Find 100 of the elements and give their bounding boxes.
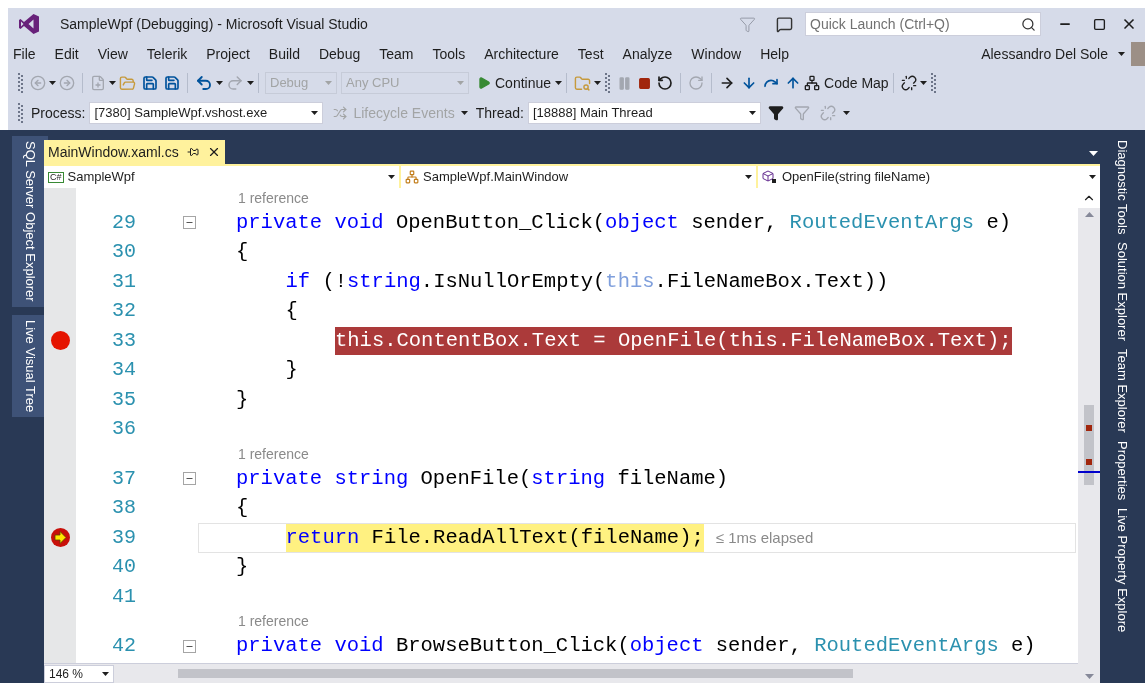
reference-count[interactable]: 1 reference [238, 443, 309, 465]
caret-icon [388, 175, 395, 179]
collapse-icon[interactable] [183, 472, 196, 486]
account-menu[interactable]: Alessandro Del Sole [981, 43, 1125, 65]
menu-item[interactable]: Telerik [141, 43, 193, 65]
line-number: 39 [111, 527, 136, 548]
code-line: } [236, 386, 249, 413]
caret-icon [1118, 52, 1125, 56]
window-title: SampleWpf (Debugging) - Microsoft Visual Studio [60, 14, 368, 34]
close-icon [1121, 16, 1137, 32]
tab-list-icon[interactable] [1089, 151, 1098, 156]
scroll-down-icon[interactable] [1084, 674, 1094, 679]
line-number: 41 [111, 586, 136, 607]
caret-icon [49, 81, 56, 85]
new-file-icon [90, 75, 106, 91]
line-number: 42 [111, 636, 136, 657]
menu-item[interactable]: Edit [49, 43, 84, 65]
menu-item[interactable]: Debug [313, 43, 366, 65]
type-dropdown[interactable]: SampleWpf.MainWindow [401, 166, 756, 188]
side-panel-tab[interactable]: Properties [1106, 437, 1138, 505]
collapse-icon[interactable] [183, 639, 196, 653]
menu-item[interactable]: Test [572, 43, 609, 65]
process-dropdown[interactable]: [7380] SampleWpf.vshost.exe [89, 102, 324, 124]
project-dropdown[interactable]: C# SampleWpf [44, 166, 399, 188]
unlink-icon [900, 75, 917, 91]
avatar [1131, 42, 1145, 66]
grip-icon[interactable] [18, 73, 23, 93]
grip-icon[interactable] [930, 73, 936, 93]
line-number: 31 [111, 271, 136, 292]
menu-item[interactable]: Project [201, 43, 255, 65]
save-icon [142, 75, 158, 91]
overflow-icon [842, 111, 850, 115]
code-map-button[interactable]: Code Map [804, 72, 889, 94]
method-icon [762, 170, 778, 184]
code-line: { [285, 298, 298, 324]
line-number: 30 [111, 242, 136, 263]
shuffle-icon [333, 106, 348, 120]
reference-count[interactable]: 1 reference [238, 188, 309, 209]
thread-dropdown[interactable]: [18888] Main Thread [527, 102, 761, 124]
menu-item[interactable]: Analyze [617, 43, 678, 65]
code-line: private void BrowseButton_Click(object sender, RoutedEventArgs e) [236, 633, 1036, 659]
side-panel-tab[interactable]: Diagnostic Tools [1106, 136, 1138, 239]
side-panel-tab[interactable]: Team Explorer [1106, 345, 1138, 438]
quick-launch-field[interactable]: Quick Launch (Ctrl+Q) [805, 12, 1041, 36]
search-icon[interactable] [1021, 16, 1036, 32]
forward-icon [59, 75, 75, 91]
line-number: 32 [111, 301, 136, 322]
grip-icon[interactable] [18, 103, 23, 123]
grip-icon[interactable] [605, 73, 611, 93]
document-tab[interactable]: MainWindow.xaml.cs [44, 140, 225, 164]
continue-button[interactable]: Continue [477, 72, 563, 94]
scrollbar-thumb[interactable] [1084, 405, 1094, 485]
code-line: { [236, 495, 249, 521]
code-line: private string OpenFile(string fileName) [236, 465, 729, 492]
pin-icon[interactable] [186, 146, 199, 158]
line-number: 33 [111, 330, 136, 351]
filter-icon [793, 105, 810, 121]
caret-icon [457, 81, 464, 85]
menu-item[interactable]: Help [755, 43, 794, 65]
breakpoint-icon[interactable] [50, 331, 70, 351]
restart-icon [657, 75, 674, 91]
menu-item[interactable]: View [92, 43, 133, 65]
menu-item[interactable]: File [8, 43, 41, 65]
caret-icon [748, 111, 756, 115]
caret-icon [1089, 175, 1096, 179]
caret-icon [325, 81, 332, 85]
side-panel-tab[interactable]: Live Property Explore [1106, 504, 1138, 637]
caret-icon [311, 111, 319, 115]
refresh-icon [688, 75, 705, 91]
diagram-icon [804, 75, 821, 91]
code-line: } [236, 554, 249, 580]
maximize-icon [1092, 17, 1106, 31]
code-line: if (!string.IsNullOrEmpty(this.FileNameBox.Text)) [285, 268, 889, 295]
menu-item[interactable]: Build [263, 43, 305, 65]
csharp-icon: C# [48, 171, 64, 183]
folder-icon [119, 74, 136, 92]
line-number: 29 [111, 212, 136, 233]
zoom-dropdown[interactable]: 146 % [44, 664, 114, 683]
menu-item[interactable]: Tools [427, 43, 471, 65]
breakpoint-marker [1086, 459, 1092, 465]
menu-item[interactable]: Window [686, 43, 747, 65]
code-line: private void OpenButton_Click(object sender, RoutedEventArgs e) [236, 209, 1012, 236]
scrollbar-thumb[interactable] [178, 669, 853, 678]
scroll-up-icon[interactable] [1084, 212, 1094, 217]
caret-icon [109, 81, 116, 85]
line-number: 35 [111, 389, 136, 410]
feedback-icon[interactable] [776, 15, 793, 33]
perf-tip[interactable]: ≤ 1ms elapsed [715, 526, 814, 549]
line-number: 40 [111, 557, 136, 578]
menu-item[interactable]: Team [374, 43, 419, 65]
thread-label: Thread: [475, 103, 524, 123]
pause-icon [617, 75, 633, 91]
collapse-icon[interactable] [183, 216, 196, 230]
reference-count[interactable]: 1 reference [238, 611, 309, 632]
vertical-scrollbar[interactable] [1078, 188, 1100, 683]
menu-item[interactable]: Architecture [479, 43, 564, 65]
code-editor[interactable] [44, 188, 1078, 663]
unlink-icon [819, 105, 836, 121]
member-dropdown[interactable]: OpenFile(string fileName) [758, 166, 1100, 188]
side-panel-tab[interactable]: Solution Explorer [1106, 238, 1138, 346]
